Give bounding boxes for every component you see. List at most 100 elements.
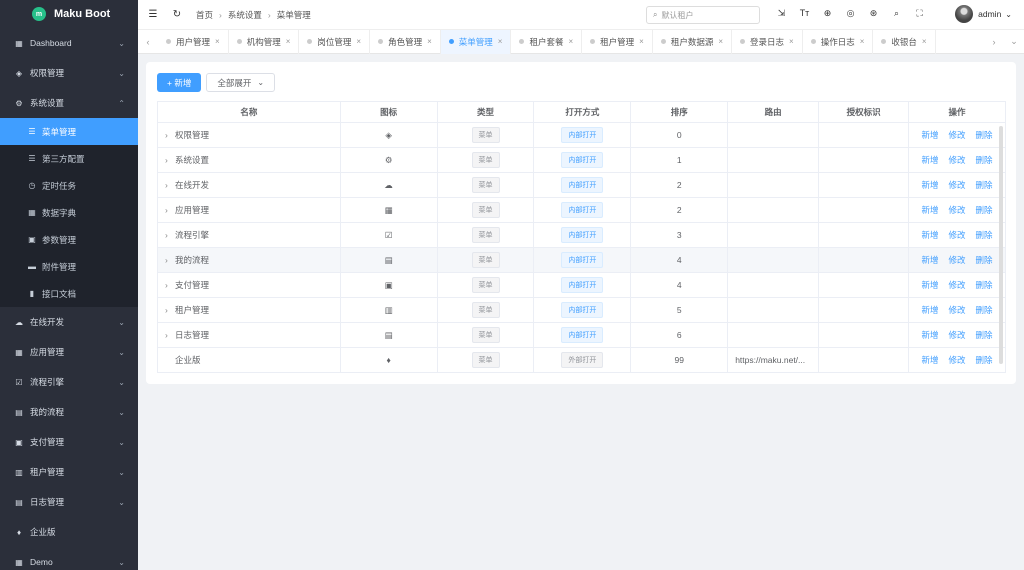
sidebar-subitem[interactable]: ◷ 定时任务 — [0, 172, 138, 199]
close-icon[interactable]: × — [922, 37, 927, 46]
table-row[interactable]: › 租户管理 ▥ 菜单 内部打开 5 新增 修改 删除 — [157, 297, 1006, 323]
tab-scroll-right-icon[interactable]: › — [984, 37, 1004, 47]
expand-chevron-icon[interactable]: › — [165, 205, 175, 215]
close-icon[interactable]: × — [718, 37, 723, 46]
table-row[interactable]: › 权限管理 ◈ 菜单 内部打开 0 新增 修改 删除 — [157, 122, 1006, 148]
sidebar-item[interactable]: ◈ 权限管理 ⌄ — [0, 58, 138, 88]
header-tool-icon[interactable]: ◎ — [839, 8, 862, 19]
header-tool-icon[interactable]: ⇲ — [770, 8, 793, 19]
sidebar-subitem[interactable]: ▬ 附件管理 — [0, 253, 138, 280]
sidebar-subitem[interactable]: ☰ 菜单管理 — [0, 118, 138, 145]
tab-menu-icon[interactable]: ⌄ — [1004, 36, 1024, 47]
header-tool-icon[interactable]: ⊕ — [816, 8, 839, 19]
expand-chevron-icon[interactable]: › — [165, 155, 175, 165]
edit-link[interactable]: 修改 — [949, 279, 966, 291]
sidebar-subitem[interactable]: ▦ 数据字典 — [0, 199, 138, 226]
expand-chevron-icon[interactable]: › — [165, 280, 175, 290]
sidebar-item[interactable]: ☑ 流程引擎 ⌄ — [0, 367, 138, 397]
breadcrumb-home[interactable]: 首页 — [196, 9, 213, 21]
delete-link[interactable]: 删除 — [976, 354, 993, 366]
fold-menu-icon[interactable]: ☰ — [144, 9, 162, 20]
add-button[interactable]: + 新增 — [157, 73, 202, 92]
sidebar-subitem[interactable]: ▣ 参数管理 — [0, 226, 138, 253]
edit-link[interactable]: 修改 — [949, 179, 966, 191]
add-link[interactable]: 新增 — [921, 229, 938, 241]
close-icon[interactable]: × — [498, 37, 503, 46]
delete-link[interactable]: 删除 — [976, 204, 993, 216]
add-link[interactable]: 新增 — [921, 329, 938, 341]
table-row[interactable]: › 流程引擎 ☑ 菜单 内部打开 3 新增 修改 删除 — [157, 222, 1006, 248]
edit-link[interactable]: 修改 — [949, 129, 966, 141]
tab-item[interactable]: 租户管理 × — [582, 29, 653, 54]
delete-link[interactable]: 删除 — [976, 179, 993, 191]
edit-link[interactable]: 修改 — [949, 254, 966, 266]
table-row[interactable]: › 在线开发 ☁ 菜单 内部打开 2 新增 修改 删除 — [157, 172, 1006, 198]
add-link[interactable]: 新增 — [921, 129, 938, 141]
sidebar-item[interactable]: ▦ Dashboard ⌄ — [0, 28, 138, 58]
close-icon[interactable]: × — [215, 37, 220, 46]
table-row[interactable]: › 应用管理 ▦ 菜单 内部打开 2 新增 修改 删除 — [157, 197, 1006, 223]
refresh-icon[interactable]: ↻ — [168, 9, 186, 20]
edit-link[interactable]: 修改 — [949, 229, 966, 241]
sidebar-item[interactable]: ♦ 企业版 — [0, 517, 138, 547]
tab-item[interactable]: 菜单管理 × — [440, 29, 512, 54]
tenant-search-input[interactable]: ⌕ 默认租户 — [646, 6, 760, 24]
tab-scroll-left-icon[interactable]: ‹ — [138, 37, 158, 47]
app-logo[interactable]: m Maku Boot — [0, 0, 138, 28]
sidebar-item[interactable]: ▦ 应用管理 ⌄ — [0, 337, 138, 367]
add-link[interactable]: 新增 — [921, 304, 938, 316]
delete-link[interactable]: 删除 — [976, 129, 993, 141]
tab-item[interactable]: 收银台 × — [873, 29, 936, 54]
breadcrumb-system-settings[interactable]: 系统设置 — [228, 9, 262, 21]
close-icon[interactable]: × — [860, 37, 865, 46]
tab-item[interactable]: 岗位管理 × — [299, 29, 371, 54]
expand-chevron-icon[interactable]: › — [165, 330, 175, 340]
add-link[interactable]: 新增 — [921, 279, 938, 291]
avatar[interactable] — [955, 5, 974, 23]
tab-item[interactable]: 租户数据源 × — [653, 29, 732, 54]
sidebar-item[interactable]: ▦ Demo ⌄ — [0, 547, 138, 570]
sidebar-item[interactable]: ▥ 租户管理 ⌄ — [0, 457, 138, 487]
edit-link[interactable]: 修改 — [949, 204, 966, 216]
edit-link[interactable]: 修改 — [949, 304, 966, 316]
expand-chevron-icon[interactable]: › — [165, 180, 175, 190]
edit-link[interactable]: 修改 — [949, 354, 966, 366]
user-menu[interactable]: admin ⌄ — [955, 5, 1012, 23]
table-row[interactable]: › 日志管理 ▤ 菜单 内部打开 6 新增 修改 删除 — [157, 322, 1006, 348]
add-link[interactable]: 新增 — [921, 354, 938, 366]
sidebar-subitem[interactable]: ☰ 第三方配置 — [0, 145, 138, 172]
expand-chevron-icon[interactable]: › — [165, 230, 175, 240]
close-icon[interactable]: × — [789, 37, 794, 46]
sidebar-item[interactable]: ⚙ 系统设置 ⌃ — [0, 88, 138, 118]
expand-chevron-icon[interactable]: › — [165, 305, 175, 315]
delete-link[interactable]: 删除 — [976, 229, 993, 241]
tab-item[interactable]: 租户套餐 × — [511, 29, 583, 54]
table-row[interactable]: › 我的流程 ▤ 菜单 内部打开 4 新增 修改 删除 — [157, 247, 1006, 273]
close-icon[interactable]: × — [356, 37, 361, 46]
edit-link[interactable]: 修改 — [949, 154, 966, 166]
header-tool-icon[interactable]: Tт — [793, 8, 816, 19]
header-tool-icon[interactable]: ⛶ — [908, 8, 931, 19]
delete-link[interactable]: 删除 — [976, 279, 993, 291]
close-icon[interactable]: × — [568, 37, 573, 46]
expand-chevron-icon[interactable]: › — [165, 255, 175, 265]
user-name[interactable]: admin — [978, 9, 1001, 19]
sidebar-item[interactable]: ▤ 日志管理 ⌄ — [0, 487, 138, 517]
table-row[interactable]: 企业版 ♦ 菜单 外部打开 99 https://maku.net/... 新增 修改 删除 — [157, 347, 1006, 373]
expand-all-button[interactable]: 全部展开 ⌄ — [206, 73, 276, 92]
tab-item[interactable]: 角色管理 × — [370, 29, 441, 54]
chevron-down-icon[interactable]: ⌄ — [1005, 10, 1012, 19]
header-tool-icon[interactable]: ⌕ — [885, 8, 908, 19]
tab-item[interactable]: 用户管理 × — [158, 29, 229, 54]
table-row[interactable]: › 系统设置 ⚙ 菜单 内部打开 1 新增 修改 删除 — [157, 147, 1006, 173]
delete-link[interactable]: 删除 — [976, 304, 993, 316]
sidebar-item[interactable]: ▤ 我的流程 ⌄ — [0, 397, 138, 427]
table-scrollbar[interactable] — [999, 126, 1003, 364]
close-icon[interactable]: × — [286, 37, 291, 46]
close-icon[interactable]: × — [427, 37, 432, 46]
add-link[interactable]: 新增 — [921, 179, 938, 191]
add-link[interactable]: 新增 — [921, 254, 938, 266]
edit-link[interactable]: 修改 — [949, 329, 966, 341]
table-row[interactable]: › 支付管理 ▣ 菜单 内部打开 4 新增 修改 删除 — [157, 272, 1006, 298]
tab-item[interactable]: 登录日志 × — [732, 29, 803, 54]
